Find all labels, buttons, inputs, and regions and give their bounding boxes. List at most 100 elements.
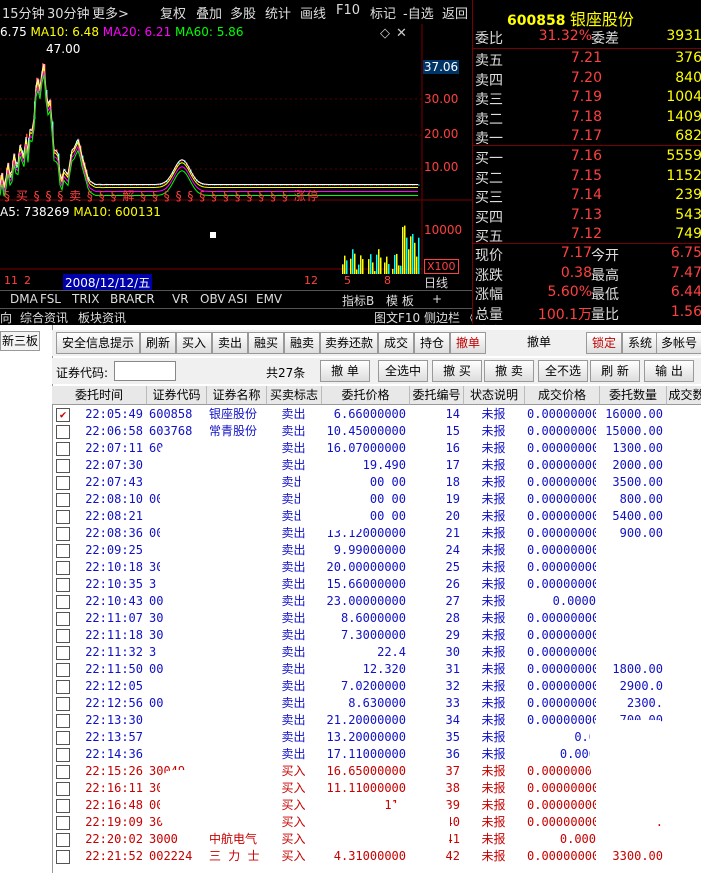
column-header[interactable]: 成交价格 xyxy=(525,386,600,405)
row-checkbox[interactable] xyxy=(56,765,70,779)
trade-button-7[interactable]: 成交 xyxy=(378,332,414,354)
row-checkbox[interactable] xyxy=(56,544,70,558)
add-button[interactable]: + xyxy=(432,292,442,306)
row-checkbox[interactable] xyxy=(56,663,70,677)
table-row[interactable]: 22:08:36 00 卖出 13.12000000 21 未报 0.00000000 900… xyxy=(52,525,701,542)
row-checkbox[interactable] xyxy=(56,459,70,473)
table-row[interactable]: 22:20:023000中航电气买入9.41未报0.000 xyxy=(52,831,701,848)
filter-button-4[interactable]: 全不选 xyxy=(538,360,588,382)
table-row[interactable]: 22:07:30 卖出 19.490 17 未报 0.00000000 2000.00 xyxy=(52,457,701,474)
trade-button-2[interactable]: 买入 xyxy=(176,332,212,354)
indicator-b-tab[interactable]: 指标B xyxy=(342,292,374,309)
toolbar-item-11[interactable]: 返回 xyxy=(442,3,468,22)
row-checkbox[interactable] xyxy=(56,697,70,711)
trade-button-12[interactable]: 系统 xyxy=(622,332,658,354)
day-line-label[interactable]: 日线 xyxy=(424,274,448,291)
row-checkbox[interactable] xyxy=(56,748,70,762)
toolbar-item-2[interactable]: 更多> xyxy=(92,3,129,22)
filter-button-1[interactable]: 全选中 xyxy=(378,360,428,382)
settings-icon[interactable]: ◇ xyxy=(380,26,390,41)
trade-button-9[interactable]: 撤单 xyxy=(450,332,486,354)
column-header[interactable]: 委托时间 xyxy=(52,386,147,405)
trade-button-5[interactable]: 融卖 xyxy=(284,332,320,354)
row-checkbox[interactable]: ✔ xyxy=(56,408,70,422)
tab-sector-news[interactable]: 板块资讯 xyxy=(78,309,126,326)
toolbar-item-3[interactable]: 复权 xyxy=(160,3,186,22)
indicator-tab-trix[interactable]: TRIX xyxy=(72,292,99,306)
filter-button-5[interactable]: 刷 新 xyxy=(590,360,640,382)
table-row[interactable]: 22:06:58 603768 常青股份 卖出 10.45000000 15 未报 0.000… xyxy=(52,423,701,440)
indicator-tab-asi[interactable]: ASI xyxy=(228,292,247,306)
indicator-tab-cr[interactable]: CR xyxy=(138,292,155,306)
table-row[interactable]: 22:19:093006艺文创买入7.40未报0.000000001000. xyxy=(52,814,701,831)
row-checkbox[interactable] xyxy=(56,680,70,694)
column-header[interactable]: 证券名称 xyxy=(207,386,267,405)
column-header[interactable]: 委托编号 xyxy=(410,386,464,405)
toolbar-item-10[interactable]: -自选 xyxy=(403,3,434,22)
tab-f10-sidebar[interactable]: 图文F10 侧边栏 《 xyxy=(374,309,476,326)
table-row[interactable]: ✔ 22:05:49 600858 银座股份 卖出 6.66000000 14 未报 0.000… xyxy=(52,406,701,423)
trade-button-4[interactable]: 融买 xyxy=(248,332,284,354)
toolbar-item-8[interactable]: F10 xyxy=(336,3,360,18)
row-checkbox[interactable] xyxy=(56,799,70,813)
row-checkbox[interactable] xyxy=(56,731,70,745)
table-row[interactable]: 22:07:43卖出7.25000 0018未报0.000000003500.0… xyxy=(52,474,701,491)
row-checkbox[interactable] xyxy=(56,510,70,524)
table-row[interactable]: 22:12:5600广卖出8.63000033未报0.000000002300. xyxy=(52,695,701,712)
table-row[interactable]: 22:11:50 00 卖出 12.320 31 未报 0.00000000 1800.00 xyxy=(52,661,701,678)
row-checkbox[interactable] xyxy=(56,833,70,847)
table-row[interactable]: 22:16:1130051讯达买入11.1100000038未报0.000000… xyxy=(52,780,701,797)
toolbar-item-5[interactable]: 多股 xyxy=(230,3,256,22)
column-header[interactable]: 状态说明 xyxy=(464,386,525,405)
toolbar-item-4[interactable]: 叠加 xyxy=(196,3,222,22)
column-header[interactable]: 委托数量 xyxy=(600,386,667,405)
row-checkbox[interactable] xyxy=(56,782,70,796)
indicator-tab-vr[interactable]: VR xyxy=(172,292,189,306)
trade-button-3[interactable]: 卖出 xyxy=(212,332,248,354)
filter-button-2[interactable]: 撤 买 xyxy=(432,360,482,382)
indicator-tab-emv[interactable]: EMV xyxy=(256,292,282,306)
row-checkbox[interactable] xyxy=(56,629,70,643)
row-checkbox[interactable] xyxy=(56,714,70,728)
row-checkbox[interactable] xyxy=(56,612,70,626)
row-checkbox[interactable] xyxy=(56,527,70,541)
row-checkbox[interactable] xyxy=(56,816,70,830)
column-header[interactable]: 委托价格 xyxy=(322,386,410,405)
close-icon[interactable]: ✕ xyxy=(396,26,407,41)
toolbar-item-9[interactable]: 标记 xyxy=(370,3,396,22)
toolbar-item-6[interactable]: 统计 xyxy=(265,3,291,22)
toolbar-item-0[interactable]: 15分钟 xyxy=(2,3,45,22)
table-row[interactable]: 22:16:4800全 聚 德买入11.39未报0.00000000 xyxy=(52,797,701,814)
indicator-tab-obv[interactable]: OBV xyxy=(200,292,226,306)
template-tab[interactable]: 模 板 xyxy=(386,292,414,309)
trade-button-0[interactable]: 安全信息提示 xyxy=(56,332,140,354)
row-checkbox[interactable] xyxy=(56,578,70,592)
row-checkbox[interactable] xyxy=(56,646,70,660)
column-header[interactable]: 买卖标志 xyxy=(267,386,322,405)
table-row[interactable]: 22:12:05中卖出7.020000032未报0.000000002900.0 xyxy=(52,678,701,695)
tab-neeq[interactable]: 新三板 xyxy=(0,331,40,351)
filter-button-0[interactable]: 撤 单 xyxy=(320,360,370,382)
indicator-tab-dma[interactable]: DMA xyxy=(10,292,38,306)
info-tab-prev[interactable]: 向 xyxy=(0,309,12,326)
column-header[interactable]: 证券代码 xyxy=(147,386,207,405)
row-checkbox[interactable] xyxy=(56,561,70,575)
trade-button-10[interactable]: 撤单 xyxy=(522,332,556,352)
table-row[interactable]: 22:21:52 002224 三 力 士 买入 4.31000000 42 未报 0.000… xyxy=(52,848,701,865)
row-checkbox[interactable] xyxy=(56,850,70,864)
trade-button-8[interactable]: 持仓 xyxy=(414,332,450,354)
filter-button-6[interactable]: 输 出 xyxy=(644,360,694,382)
tab-news[interactable]: 综合资讯 xyxy=(20,309,68,326)
column-header[interactable]: 成交数 xyxy=(667,386,701,405)
toolbar-item-7[interactable]: 画线 xyxy=(300,3,326,22)
row-checkbox[interactable] xyxy=(56,476,70,490)
toolbar-item-1[interactable]: 30分钟 xyxy=(47,3,90,22)
trade-button-11[interactable]: 锁定 xyxy=(586,332,622,354)
table-row[interactable]: 22:08:21卖出9.21000 0020未报0.000000005400.0… xyxy=(52,508,701,525)
row-checkbox[interactable] xyxy=(56,595,70,609)
trade-button-13[interactable]: 多帐号 xyxy=(656,332,701,354)
table-row[interactable]: 22:08:1000卖出21.25000 0019未报0.00000000800… xyxy=(52,491,701,508)
filter-button-3[interactable]: 撤 卖 xyxy=(484,360,534,382)
row-checkbox[interactable] xyxy=(56,493,70,507)
code-filter-input[interactable] xyxy=(114,361,176,381)
